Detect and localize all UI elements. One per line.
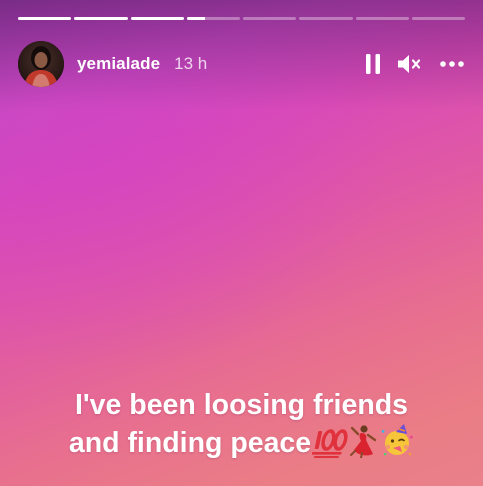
progress-segment xyxy=(411,17,465,20)
caption-line-1: I've been loosing friends xyxy=(74,389,408,421)
progress-segment xyxy=(186,17,240,20)
progress-segment-fill xyxy=(74,17,128,20)
pause-icon xyxy=(366,54,380,74)
hundred-points-icon xyxy=(311,428,348,468)
progress-segment-fill xyxy=(186,17,206,20)
progress-segment xyxy=(130,17,184,20)
speaker-muted-icon xyxy=(398,55,421,73)
avatar[interactable] xyxy=(18,41,64,87)
profile-photo-icon xyxy=(18,41,64,87)
progress-segment xyxy=(243,17,297,20)
caption-line-2-text: and finding peace xyxy=(68,427,312,459)
story-caption: I've been loosing friends and finding pe… xyxy=(0,387,483,468)
party-face-icon xyxy=(380,424,414,468)
progress-segment-fill xyxy=(130,17,184,20)
timestamp: 13 h xyxy=(174,54,208,73)
pause-button[interactable] xyxy=(365,53,381,75)
progress-segment xyxy=(74,17,128,20)
progress-segment xyxy=(18,17,72,20)
caption-line-2: and finding peace xyxy=(0,424,483,468)
more-options-icon xyxy=(440,61,464,67)
progress-segment xyxy=(299,17,353,20)
story-header: yemialade 13 h xyxy=(18,40,465,88)
progress-segment xyxy=(355,17,409,20)
progress-segment-fill xyxy=(18,17,72,20)
story-progress-bar xyxy=(18,17,465,20)
story-controls xyxy=(365,53,465,75)
dancing-woman-icon xyxy=(349,424,379,468)
mute-button[interactable] xyxy=(397,53,423,75)
username[interactable]: yemialade xyxy=(77,54,160,74)
more-options-button[interactable] xyxy=(439,60,465,68)
story-viewer[interactable]: yemialade 13 h I've been loosing friends… xyxy=(0,0,483,486)
